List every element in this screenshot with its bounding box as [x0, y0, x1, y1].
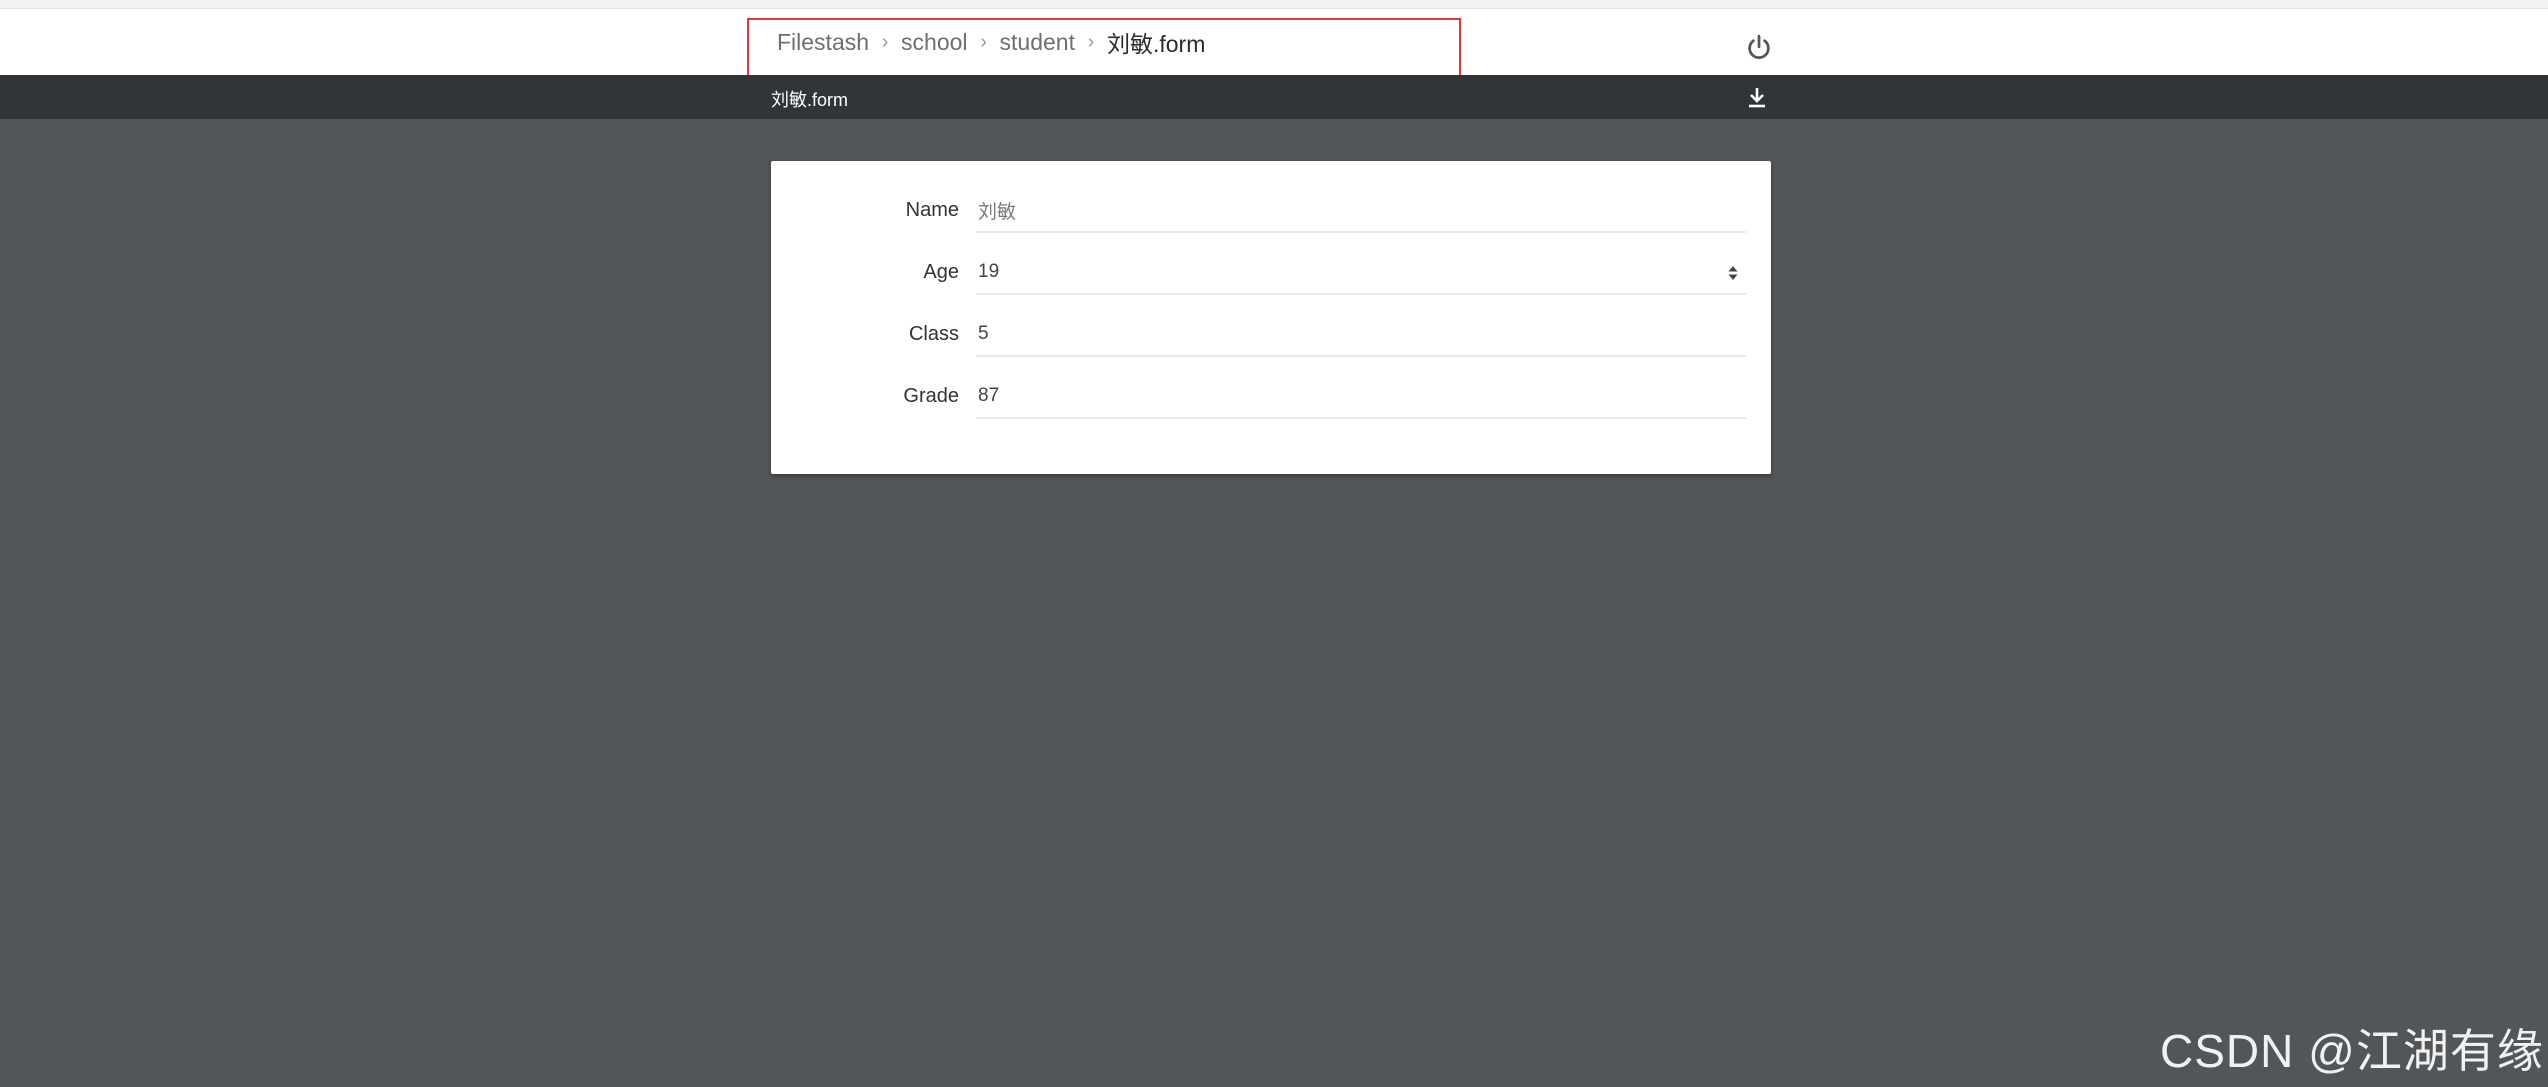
logout-button[interactable]: [1744, 33, 1774, 63]
name-field[interactable]: [976, 189, 1746, 233]
grade-field[interactable]: [976, 375, 1746, 419]
form-row-name: Name: [771, 189, 1771, 233]
file-title: 刘敏.form: [771, 90, 849, 110]
window-top-strip: [0, 0, 2548, 9]
download-button[interactable]: [1745, 84, 1769, 110]
breadcrumb-separator-icon: ›: [881, 30, 889, 53]
download-icon: [1749, 88, 1765, 108]
class-field[interactable]: [976, 313, 1746, 357]
breadcrumb-item-filestash[interactable]: Filestash: [777, 29, 869, 56]
top-bar: Filestash › school › student › 刘敏.form: [0, 9, 2548, 75]
form-card: Name Age Class Grade: [771, 161, 1771, 474]
grade-label: Grade: [903, 385, 959, 407]
breadcrumb-item-student[interactable]: student: [1000, 29, 1075, 56]
age-stepper[interactable]: [1726, 263, 1740, 283]
name-label: Name: [905, 199, 959, 221]
breadcrumb-separator-icon: ›: [980, 30, 987, 53]
power-icon: [1748, 34, 1770, 59]
breadcrumb: Filestash › school › student › 刘敏.form: [777, 27, 1206, 58]
watermark: CSDN @江湖有缘: [2160, 1025, 2544, 1077]
form-row-class: Class: [771, 313, 1771, 357]
stepper-arrows-icon: [1728, 266, 1738, 280]
class-label: Class: [908, 323, 959, 345]
breadcrumb-item-school[interactable]: school: [901, 29, 967, 56]
age-field[interactable]: [976, 251, 1746, 295]
breadcrumb-separator-icon: ›: [1087, 30, 1095, 53]
form-row-age: Age: [771, 251, 1771, 295]
age-label: Age: [923, 261, 959, 283]
breadcrumb-item-current-file: 刘敏.form: [1106, 31, 1206, 57]
form-row-grade: Grade: [771, 375, 1771, 419]
file-title-bar: 刘敏.form: [0, 75, 2548, 119]
